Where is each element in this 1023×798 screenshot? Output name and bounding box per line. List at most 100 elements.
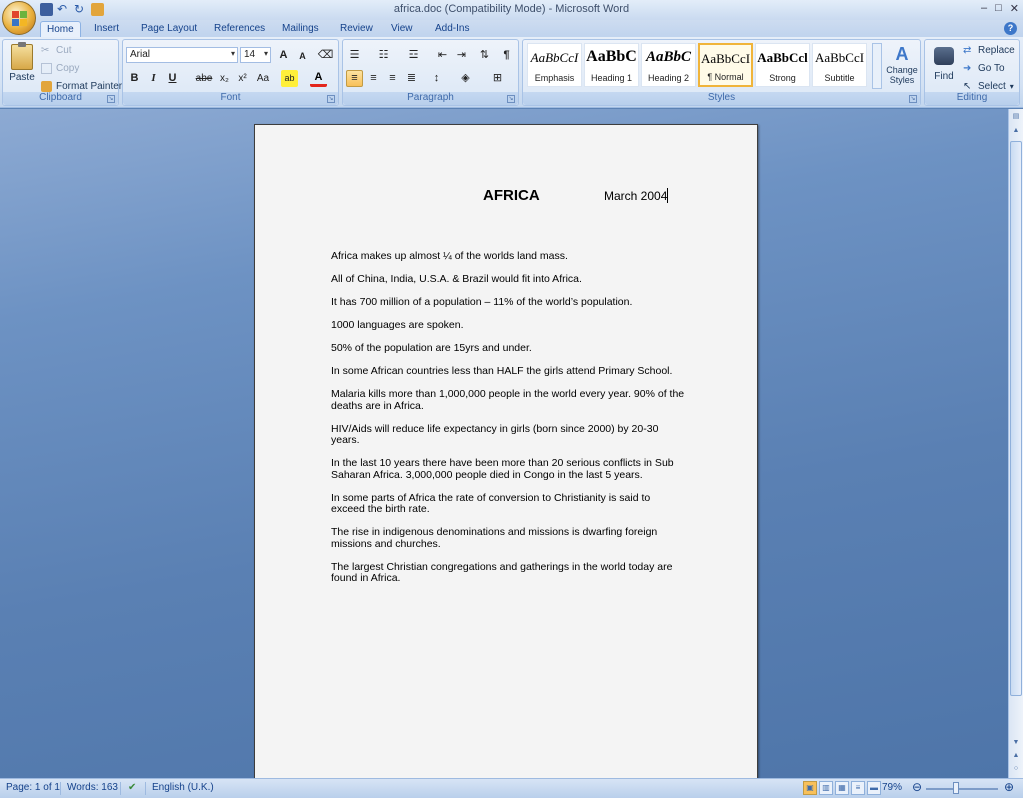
style-emphasis[interactable]: AaBbCcI Emphasis bbox=[527, 43, 582, 87]
bullets-icon[interactable]: ☰ bbox=[346, 47, 363, 64]
grow-font-button[interactable]: A bbox=[275, 47, 292, 64]
document-page[interactable]: AFRICA March 2004 Africa makes up almost… bbox=[254, 124, 758, 778]
tab-review[interactable]: Review bbox=[334, 21, 379, 38]
font-name-combo[interactable]: Arial ▾ bbox=[126, 47, 238, 63]
tab-add-ins[interactable]: Add-Ins bbox=[429, 21, 475, 38]
find-button[interactable]: Find bbox=[928, 43, 960, 89]
clipboard-group-label: Clipboard bbox=[3, 92, 118, 105]
zoom-out-icon[interactable]: ⊖ bbox=[912, 780, 922, 794]
status-separator bbox=[120, 782, 121, 795]
paragraph: All of China, India, U.S.A. & Brazil wou… bbox=[331, 273, 582, 285]
scroll-down-icon[interactable]: ▼ bbox=[1010, 737, 1022, 749]
change-case-button[interactable]: Aa bbox=[253, 70, 273, 87]
cut-button[interactable]: ✂ Cut bbox=[41, 42, 72, 58]
font-size-combo[interactable]: 14 ▾ bbox=[240, 47, 271, 63]
tab-view[interactable]: View bbox=[385, 21, 419, 38]
draft-icon[interactable]: ▬ bbox=[867, 781, 881, 795]
title-bar: ↶ ↻ africa.doc (Compatibility Mode) - Mi… bbox=[0, 0, 1023, 20]
increase-indent-icon[interactable]: ⇥ bbox=[453, 47, 470, 64]
borders-icon[interactable]: ⊞ bbox=[489, 70, 506, 87]
zoom-slider-track[interactable] bbox=[926, 788, 998, 790]
format-painter-label: Format Painter bbox=[56, 80, 123, 92]
bold-button[interactable]: B bbox=[126, 70, 143, 87]
paste-button[interactable]: Paste bbox=[7, 42, 37, 90]
minimize-button[interactable]: – bbox=[981, 2, 987, 15]
maximize-button[interactable]: □ bbox=[995, 2, 1002, 15]
shading-icon[interactable]: ◈ bbox=[457, 70, 474, 87]
document-body[interactable]: Africa makes up almost ¼ of the worlds l… bbox=[331, 250, 685, 596]
ruler-toggle-icon[interactable]: ▤ bbox=[1010, 111, 1022, 123]
change-styles-button[interactable]: A Change Styles bbox=[885, 43, 919, 91]
style-name: ¶ Normal bbox=[707, 72, 744, 82]
cursor-icon: ↖ bbox=[963, 80, 972, 92]
subscript-button[interactable]: x₂ bbox=[216, 70, 233, 87]
justify-icon[interactable]: ≣ bbox=[403, 70, 420, 87]
print-layout-icon[interactable]: ▣ bbox=[803, 781, 817, 795]
paintbrush-icon bbox=[41, 80, 52, 92]
font-name-dropdown-icon[interactable]: ▾ bbox=[231, 49, 235, 58]
superscript-button[interactable]: x² bbox=[234, 70, 251, 87]
outline-icon[interactable]: ≡ bbox=[851, 781, 865, 795]
underline-button[interactable]: U bbox=[164, 70, 181, 87]
clipboard-icon bbox=[11, 42, 33, 70]
style-subtitle[interactable]: AaBbCcI Subtitle bbox=[812, 43, 867, 87]
styles-gallery-scroll[interactable] bbox=[872, 43, 882, 89]
scroll-up-icon[interactable]: ▲ bbox=[1010, 125, 1022, 137]
decrease-indent-icon[interactable]: ⇤ bbox=[434, 47, 451, 64]
font-color-icon[interactable]: A bbox=[310, 70, 327, 87]
goto-button[interactable]: ➜ Go To bbox=[963, 60, 1005, 76]
copy-button[interactable]: Copy bbox=[41, 60, 79, 76]
highlight-color-icon[interactable]: ab bbox=[281, 70, 298, 87]
clear-formatting-icon[interactable]: ⌫ bbox=[317, 47, 334, 64]
vertical-scrollbar[interactable]: ▤ ▲ ▼ ▲ ○ bbox=[1008, 109, 1023, 778]
proofing-icon[interactable]: ✔ bbox=[128, 782, 136, 793]
word-count[interactable]: Words: 163 bbox=[67, 782, 118, 793]
office-button[interactable] bbox=[2, 1, 36, 35]
zoom-level[interactable]: 79% bbox=[882, 782, 902, 793]
styles-launcher-icon[interactable]: ↘ bbox=[909, 95, 917, 103]
web-layout-icon[interactable]: ▦ bbox=[835, 781, 849, 795]
clipboard-launcher-icon[interactable]: ↘ bbox=[107, 95, 115, 103]
style-heading-2[interactable]: AaBbC Heading 2 bbox=[641, 43, 696, 87]
align-right-icon[interactable]: ≡ bbox=[384, 70, 401, 87]
shrink-font-button[interactable]: A bbox=[294, 48, 311, 65]
italic-button[interactable]: I bbox=[145, 70, 162, 87]
font-launcher-icon[interactable]: ↘ bbox=[327, 95, 335, 103]
paragraph: In some African countries less than HALF… bbox=[331, 365, 673, 377]
full-screen-reading-icon[interactable]: ▥ bbox=[819, 781, 833, 795]
tab-page-layout[interactable]: Page Layout bbox=[135, 21, 203, 38]
quick-styles-gallery: AaBbCcI Emphasis AaBbC Heading 1 AaBbC H… bbox=[527, 43, 870, 89]
align-left-icon[interactable]: ≡ bbox=[346, 70, 363, 87]
document-area[interactable]: AFRICA March 2004 Africa makes up almost… bbox=[0, 109, 1008, 778]
browse-object-icon[interactable]: ○ bbox=[1010, 763, 1022, 775]
page-count[interactable]: Page: 1 of 1 bbox=[6, 782, 60, 793]
align-center-icon[interactable]: ≡ bbox=[365, 70, 382, 87]
tab-references[interactable]: References bbox=[208, 21, 271, 38]
tab-mailings[interactable]: Mailings bbox=[276, 21, 325, 38]
zoom-in-icon[interactable]: ⊕ bbox=[1004, 780, 1014, 794]
font-size-dropdown-icon[interactable]: ▾ bbox=[264, 49, 268, 58]
style-heading-1[interactable]: AaBbC Heading 1 bbox=[584, 43, 639, 87]
replace-button[interactable]: ⇄ Replace bbox=[963, 42, 1015, 58]
find-label: Find bbox=[934, 71, 954, 82]
scroll-thumb[interactable] bbox=[1010, 141, 1022, 696]
strikethrough-button[interactable]: abe bbox=[193, 70, 215, 87]
paragraph-launcher-icon[interactable]: ↘ bbox=[507, 95, 515, 103]
zoom-slider-knob[interactable] bbox=[953, 782, 959, 794]
previous-page-icon[interactable]: ▲ bbox=[1010, 750, 1022, 762]
style-strong[interactable]: AaBbCcl Strong bbox=[755, 43, 810, 87]
help-icon[interactable]: ? bbox=[1004, 22, 1017, 35]
show-formatting-marks-icon[interactable]: ¶ bbox=[498, 47, 515, 64]
multilevel-list-icon[interactable]: ☲ bbox=[405, 47, 422, 64]
numbering-icon[interactable]: ☷ bbox=[375, 47, 392, 64]
style-normal[interactable]: AaBbCcI ¶ Normal bbox=[698, 43, 753, 87]
font-group: Arial ▾ 14 ▾ A A ⌫ B I U abe x₂ x² Aa ab… bbox=[122, 39, 339, 106]
style-name: Strong bbox=[769, 73, 796, 83]
tab-home[interactable]: Home bbox=[40, 21, 81, 38]
sort-icon[interactable]: ⇅ bbox=[476, 47, 493, 64]
close-button[interactable]: ✕ bbox=[1010, 2, 1019, 15]
language-indicator[interactable]: English (U.K.) bbox=[152, 782, 214, 793]
style-name: Heading 2 bbox=[647, 73, 690, 83]
line-spacing-icon[interactable]: ↕ bbox=[428, 70, 445, 87]
tab-insert[interactable]: Insert bbox=[88, 21, 125, 38]
